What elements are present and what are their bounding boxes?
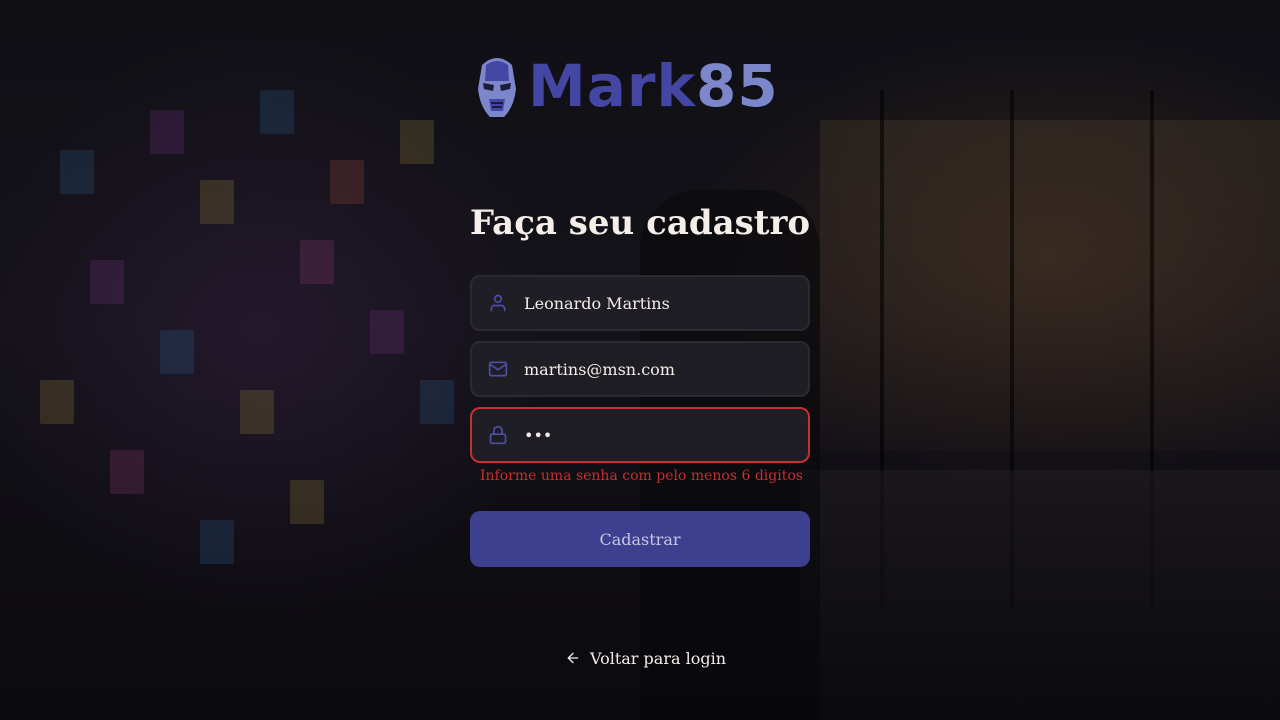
email-field[interactable] <box>470 341 810 397</box>
page-title: Faça seu cadastro <box>469 203 811 243</box>
name-field[interactable] <box>470 275 810 331</box>
register-button[interactable]: Cadastrar <box>470 511 810 567</box>
brand-word: Mark <box>528 52 697 120</box>
signup-page: Mark85 Faça seu cadastro Leonardo Martin… <box>0 0 1280 720</box>
user-icon <box>488 293 508 313</box>
name-input[interactable] <box>524 277 808 329</box>
password-field[interactable] <box>470 407 810 463</box>
lock-icon <box>488 425 508 445</box>
password-error-message: Informe uma senha com pelo menos 6 digit… <box>480 468 803 484</box>
brand-number: 85 <box>696 52 779 120</box>
back-to-login-label: Voltar para login <box>590 648 727 668</box>
arrow-left-icon <box>565 650 581 666</box>
brand-logo: Mark85 <box>474 50 808 122</box>
email-input[interactable] <box>524 343 808 395</box>
mail-icon <box>488 359 508 379</box>
password-input[interactable] <box>524 409 808 461</box>
brand-name: Mark85 <box>528 50 779 122</box>
back-to-login-link[interactable]: Voltar para login <box>565 646 726 670</box>
iron-helmet-icon <box>474 51 520 121</box>
